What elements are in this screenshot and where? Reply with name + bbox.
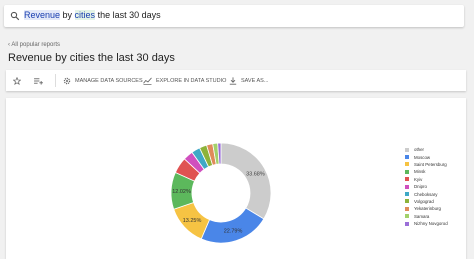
- pie-slice-other[interactable]: [220, 142, 272, 220]
- legend-item: Cheboksary: [405, 190, 448, 197]
- pie-slice-moscow[interactable]: [200, 207, 265, 244]
- legend-swatch: [405, 221, 409, 226]
- legend-label: Saint Petersburg: [414, 161, 447, 167]
- legend-label: Volgograd: [414, 198, 434, 204]
- search-bar[interactable]: Revenue by cities the last 30 days: [4, 5, 464, 27]
- all-reports-link[interactable]: ‹ All popular reports: [8, 42, 60, 48]
- save-as-button[interactable]: SAVE AS...: [229, 70, 268, 91]
- legend-item: Minsk: [405, 168, 448, 175]
- slice-value-label: 33.68%: [246, 172, 265, 178]
- legend-swatch: [405, 192, 409, 197]
- legend-item: other: [405, 146, 448, 153]
- legend-swatch: [405, 155, 409, 160]
- search-icon: [10, 11, 20, 21]
- manage-data-sources-button[interactable]: MANAGE DATA SOURCES: [63, 70, 143, 91]
- chart-explore-icon: [143, 77, 152, 85]
- download-icon: [229, 76, 237, 85]
- query-range: the last 30 days: [95, 10, 161, 20]
- slice-value-label: 22.79%: [224, 229, 243, 235]
- add-to-dashboard-button[interactable]: [34, 70, 47, 91]
- query-dimension: cities: [74, 10, 96, 20]
- legend-label: other: [414, 147, 425, 153]
- legend-label: Yekaterinburg: [414, 206, 441, 212]
- legend-swatch: [405, 199, 409, 204]
- legend-item: Volgograd: [405, 198, 448, 205]
- star-icon: [13, 76, 21, 85]
- legend-item: Kyiv: [405, 176, 448, 183]
- legend-swatch: [405, 184, 409, 189]
- legend-label: Kyiv: [414, 176, 423, 182]
- legend-swatch: [405, 214, 409, 219]
- search-input[interactable]: Revenue by cities the last 30 days: [24, 10, 161, 20]
- legend-swatch: [405, 162, 409, 167]
- legend-item: Moscow: [405, 153, 448, 160]
- legend-swatch: [405, 169, 409, 174]
- slice-value-label: 12.02%: [172, 189, 191, 195]
- favorite-button[interactable]: [13, 70, 25, 91]
- legend-swatch: [405, 177, 409, 182]
- playlist-add-icon: [34, 77, 43, 85]
- legend-item: Yekaterinburg: [405, 205, 448, 212]
- legend-item: Dnipro: [405, 183, 448, 190]
- legend-label: Samara: [414, 213, 430, 219]
- legend-swatch: [405, 206, 409, 211]
- legend-label: Dnipro: [414, 184, 427, 190]
- query-connector: by: [60, 10, 75, 20]
- manage-data-sources-label: MANAGE DATA SOURCES: [75, 77, 143, 84]
- explore-in-data-studio-button[interactable]: EXPLORE IN DATA STUDIO: [143, 70, 226, 91]
- chart-legend: other Moscow Saint Petersburg Minsk Kyiv Dnip…: [405, 146, 448, 227]
- report-toolbar: MANAGE DATA SOURCES EXPLORE IN DATA STUD…: [6, 70, 466, 91]
- chart-card: 33.68% 22.79% 13.25% 12.02% other Moscow Sain…: [6, 98, 466, 259]
- legend-label: Nizhny Novgorod: [414, 221, 448, 227]
- gear-icon: [63, 77, 71, 84]
- save-as-label: SAVE AS...: [241, 77, 269, 84]
- legend-swatch: [405, 147, 409, 152]
- explore-in-data-studio-label: EXPLORE IN DATA STUDIO: [156, 77, 227, 84]
- slice-value-label: 13.25%: [183, 218, 202, 224]
- donut-chart: 33.68% 22.79% 13.25% 12.02%: [170, 142, 272, 244]
- legend-item: Samara: [405, 213, 448, 220]
- legend-label: Moscow: [414, 154, 431, 160]
- page-title: Revenue by cities the last 30 days: [8, 52, 175, 64]
- legend-item: Nizhny Novgorod: [405, 220, 448, 227]
- legend-label: Cheboksary: [414, 191, 438, 197]
- legend-item: Saint Petersburg: [405, 161, 448, 168]
- legend-label: Minsk: [414, 169, 426, 175]
- toolbar-divider: [55, 74, 56, 87]
- query-metric: Revenue: [24, 10, 61, 20]
